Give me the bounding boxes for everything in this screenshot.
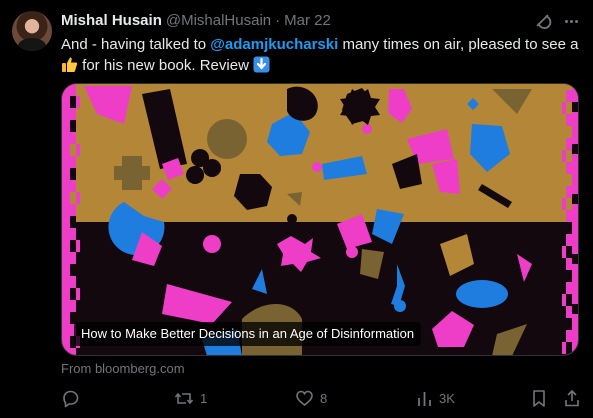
repost-button[interactable]: 1 [174, 388, 207, 408]
author-handle[interactable]: @MishalHusain [166, 12, 271, 29]
reply-button[interactable] [61, 388, 80, 408]
tweet-text-part1: And - having talked to [61, 36, 211, 53]
avatar[interactable] [12, 11, 52, 51]
views-count: 3K [439, 390, 455, 406]
like-count: 8 [320, 390, 328, 406]
bookmark-icon [533, 389, 545, 407]
more-icon[interactable] [559, 11, 583, 31]
card-image [62, 84, 578, 355]
tweet-text-part2: many times on air, pleased to see a [338, 36, 579, 53]
down-arrow-button-icon [253, 56, 270, 73]
mention-link[interactable]: @adamjkucharski [210, 36, 338, 53]
reply-icon [63, 390, 79, 407]
link-card[interactable]: How to Make Better Decisions in an Age o… [61, 83, 579, 356]
views-icon [418, 391, 431, 406]
tweet-text: And - having talked to @adamjkucharski m… [61, 34, 586, 76]
views-button[interactable]: 3K [416, 388, 455, 408]
share-icon [565, 389, 579, 406]
grok-icon[interactable] [533, 11, 553, 31]
heart-icon [296, 390, 313, 406]
tweet-text-part3: for his new book. Review [78, 57, 254, 74]
bookmark-button[interactable] [531, 388, 547, 408]
repost-icon [174, 392, 194, 404]
tweet-header: Mishal Husain @MishalHusain · Mar 22 [61, 12, 331, 30]
tweet-date[interactable]: Mar 22 [284, 12, 331, 29]
thumbs-up-icon [61, 56, 78, 73]
like-button[interactable]: 8 [295, 388, 327, 408]
author-name[interactable]: Mishal Husain [61, 12, 162, 29]
repost-count: 1 [200, 390, 208, 406]
share-button[interactable] [563, 388, 581, 408]
card-caption: How to Make Better Decisions in an Age o… [74, 322, 422, 346]
action-bar: 1 8 3K [61, 388, 586, 408]
separator-dot: · [275, 12, 281, 29]
card-source[interactable]: From bloomberg.com [61, 361, 185, 376]
